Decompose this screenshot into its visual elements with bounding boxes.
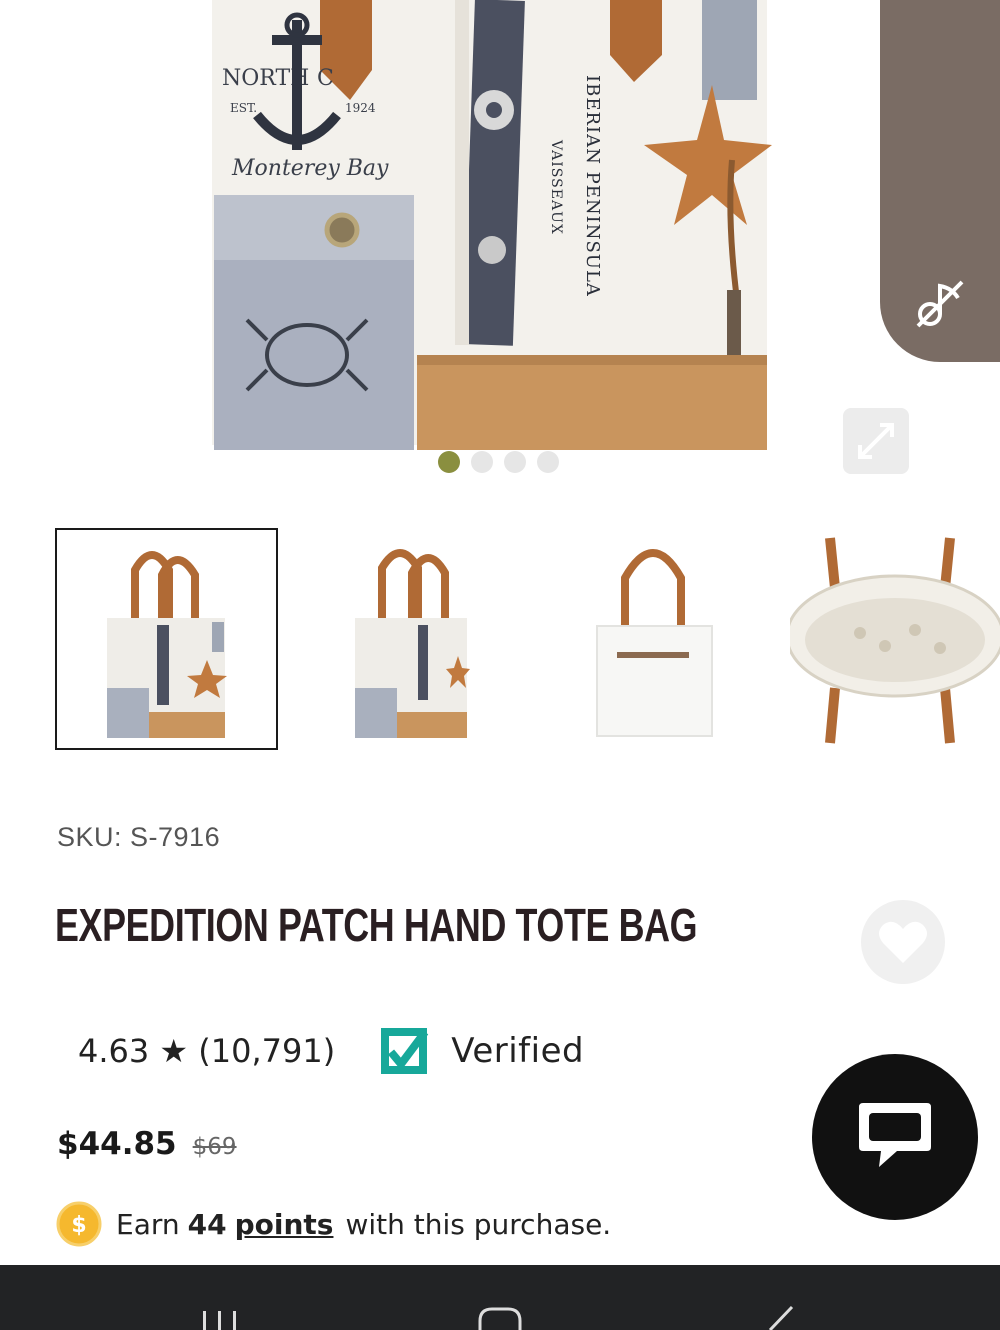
wishlist-button[interactable] — [861, 900, 945, 984]
carousel-dot[interactable] — [504, 451, 526, 473]
price-row: $44.85 $69 — [57, 1126, 237, 1162]
dollar-coin-icon: $ — [56, 1201, 102, 1247]
verified-label: Verified — [451, 1031, 585, 1071]
thumbnail-back[interactable] — [545, 528, 768, 750]
carousel-dots — [438, 451, 559, 473]
print-text-2: VAISSEAUX — [548, 139, 564, 235]
system-navigation-bar — [0, 1265, 1000, 1330]
thumbnail-image — [596, 549, 713, 737]
svg-text:1924: 1924 — [345, 101, 376, 115]
product-hero[interactable]: NORTH C EST. 1924 Monterey Bay IBERIAN P… — [0, 0, 1000, 505]
carousel-dot[interactable] — [537, 451, 559, 473]
carousel-dot[interactable] — [438, 451, 460, 473]
recent-apps-icon[interactable] — [198, 1305, 242, 1330]
points-suffix: with this purchase. — [345, 1207, 612, 1241]
current-price: $44.85 — [57, 1126, 177, 1162]
expand-button[interactable] — [843, 408, 909, 474]
points-earn-text: Earn — [116, 1207, 180, 1241]
thumbnail-front[interactable] — [55, 528, 278, 750]
svg-text:EST.: EST. — [230, 101, 257, 115]
original-price: $69 — [192, 1134, 237, 1160]
back-icon[interactable] — [762, 1305, 796, 1330]
thumbnail-interior[interactable] — [785, 528, 1000, 750]
expand-icon — [858, 423, 894, 459]
points-link[interactable]: points — [235, 1208, 334, 1241]
carousel-dot[interactable] — [471, 451, 493, 473]
verified-check-icon — [381, 1028, 429, 1074]
heart-icon — [879, 921, 927, 963]
svg-text:Monterey Bay: Monterey Bay — [231, 156, 389, 181]
home-icon[interactable] — [476, 1305, 524, 1330]
product-main-image: NORTH C EST. 1924 Monterey Bay IBERIAN P… — [212, 0, 772, 450]
thumbnail-image — [355, 549, 470, 738]
product-title: EXPEDITION PATCH HAND TOTE BAG — [55, 899, 698, 951]
music-off-icon[interactable] — [912, 276, 968, 332]
thumbnail-image — [785, 537, 1000, 744]
thumbnail-image — [107, 551, 227, 738]
rating-text[interactable]: 4.63 ★ (10,791) — [78, 1032, 335, 1070]
points-amount: 44 — [187, 1207, 227, 1241]
svg-text:C: C — [317, 66, 334, 91]
chat-button[interactable] — [812, 1054, 978, 1220]
print-text: IBERIAN PENINSULA — [582, 75, 603, 297]
thumbnail-strip — [0, 528, 1000, 753]
reward-points-row: $ Earn 44 points with this purchase. — [56, 1201, 611, 1247]
product-sku: SKU: S-7916 — [57, 822, 221, 852]
svg-text:$: $ — [71, 1213, 86, 1238]
rating-row: 4.63 ★ (10,791) Verified — [78, 1026, 584, 1076]
thumbnail-angled[interactable] — [300, 528, 523, 750]
chat-icon — [859, 1103, 931, 1167]
